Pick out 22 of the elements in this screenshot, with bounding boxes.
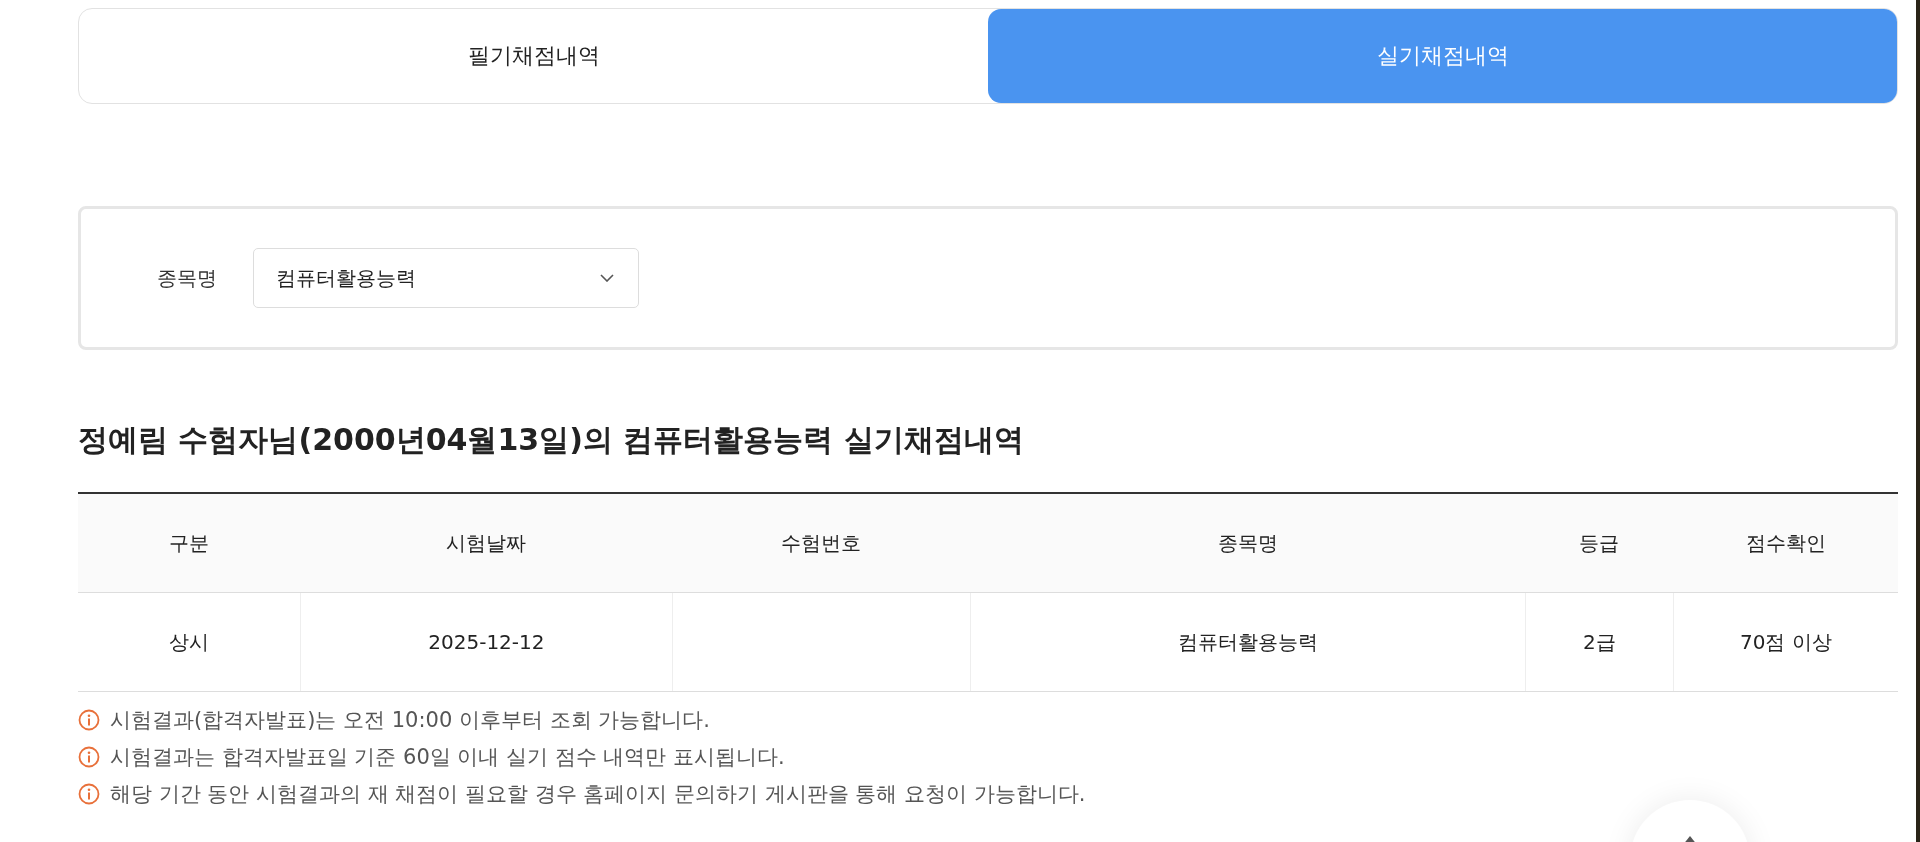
notice-text: 시험결과(합격자발표)는 오전 10:00 이후부터 조회 가능합니다. [110, 707, 710, 734]
table-cell: 컴퓨터활용능력 [970, 592, 1526, 692]
notice-text: 해당 기간 동안 시험결과의 재 채점이 필요할 경우 홈페이지 문의하기 게시판을 통해 요청이 가능합니다. [110, 781, 1086, 808]
notice-text: 시험결과는 합격자발표일 기준 60일 이내 실기 점수 내역만 표시됩니다. [110, 744, 785, 771]
info-icon [78, 783, 100, 805]
column-header: 구분 [78, 493, 301, 593]
column-header: 종목명 [970, 493, 1526, 593]
info-icon [78, 746, 100, 768]
result-heading: 정예림 수험자님(2000년04월13일)의 컴퓨터활용능력 실기채점내역 [78, 421, 1025, 459]
subject-dropdown[interactable]: 컴퓨터활용능력 [253, 248, 639, 308]
filter-label: 종목명 [157, 264, 217, 292]
table-cell: 2025-12-12 [300, 592, 673, 692]
info-icon [78, 709, 100, 731]
table-cell: 70점 이상 [1673, 592, 1898, 692]
column-header: 점수확인 [1673, 493, 1898, 593]
column-header: 수험번호 [672, 493, 971, 593]
tab[interactable]: 필기채점내역 [79, 9, 988, 103]
column-header: 시험날짜 [300, 493, 673, 593]
column-header: 등급 [1525, 493, 1674, 593]
chevron-down-icon [600, 274, 614, 282]
table-cell: 2급 [1525, 592, 1674, 692]
table-cell: 상시 [78, 592, 301, 692]
